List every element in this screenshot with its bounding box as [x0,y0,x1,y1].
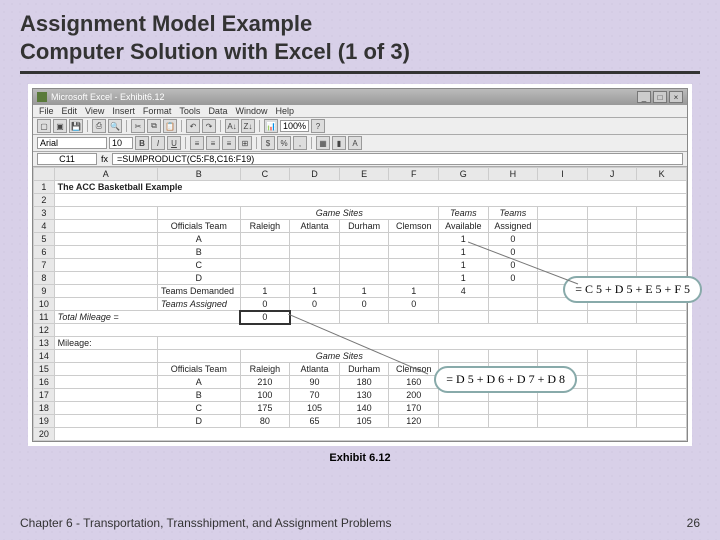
sheet-title: The ACC Basketball Example [54,181,686,194]
merge-icon[interactable]: ⊞ [238,136,252,150]
footer-chapter: Chapter 6 - Transportation, Transshipmen… [20,516,392,530]
row-13[interactable]: 13Mileage: [34,337,687,350]
col-headers: ABCDEFGHIJK [34,168,687,181]
row-17[interactable]: 17B10070130200 [34,389,687,402]
align-right-icon[interactable]: ≡ [222,136,236,150]
row-6[interactable]: 6B10 [34,246,687,259]
footer-page: 26 [687,516,700,530]
worksheet[interactable]: ABCDEFGHIJK 1The ACC Basketball Example … [33,167,687,441]
chart-icon[interactable]: 📊 [264,119,278,133]
close-button[interactable]: × [669,91,683,103]
excel-app-icon [37,92,47,102]
percent-icon[interactable]: % [277,136,291,150]
row-7[interactable]: 7C10 [34,259,687,272]
menu-window[interactable]: Window [235,106,267,116]
row-1[interactable]: 1The ACC Basketball Example [34,181,687,194]
menu-view[interactable]: View [85,106,104,116]
underline-icon[interactable]: U [167,136,181,150]
sort-desc-icon[interactable]: Z↓ [241,119,255,133]
callout-h5-formula: = C 5 + D 5 + E 5 + F 5 [563,276,702,303]
row-16[interactable]: 16A21090180160 [34,376,687,389]
row-18[interactable]: 18C175105140170 [34,402,687,415]
font-color-icon[interactable]: A [348,136,362,150]
name-box[interactable]: C11 [37,153,97,165]
window-titlebar: Microsoft Excel - Exhibit6.12 _ □ × [33,89,687,105]
formatting-toolbar: Arial 10 B I U ≡ ≡ ≡ ⊞ $ % , ▦ ▮ A [33,135,687,152]
excel-screenshot: Microsoft Excel - Exhibit6.12 _ □ × File… [28,84,692,446]
menu-file[interactable]: File [39,106,54,116]
borders-icon[interactable]: ▦ [316,136,330,150]
row-11[interactable]: 11Total Mileage =0 [34,311,687,324]
row-20[interactable]: 20 [34,428,687,441]
font-size-select[interactable]: 10 [109,137,133,149]
help-icon[interactable]: ? [311,119,325,133]
cut-icon[interactable]: ✂ [131,119,145,133]
font-name-select[interactable]: Arial [37,137,107,149]
formula-bar: C11 fx =SUMPRODUCT(C5:F8,C16:F19) [33,152,687,167]
window-title: Microsoft Excel - Exhibit6.12 [51,92,165,102]
align-center-icon[interactable]: ≡ [206,136,220,150]
row-2[interactable]: 2 [34,194,687,207]
row-15[interactable]: 15Officials TeamRaleighAtlantaDurhamClem… [34,363,687,376]
row-4[interactable]: 4Officials TeamRaleighAtlantaDurhamClems… [34,220,687,233]
zoom-select[interactable]: 100% [280,120,309,132]
currency-icon[interactable]: $ [261,136,275,150]
row-3[interactable]: 3Game SitesTeamsTeams [34,207,687,220]
menu-edit[interactable]: Edit [62,106,78,116]
minimize-button[interactable]: _ [637,91,651,103]
paste-icon[interactable]: 📋 [163,119,177,133]
undo-icon[interactable]: ↶ [186,119,200,133]
align-left-icon[interactable]: ≡ [190,136,204,150]
print-icon[interactable]: ⎙ [92,119,106,133]
open-icon[interactable]: ▣ [53,119,67,133]
fill-color-icon[interactable]: ▮ [332,136,346,150]
comma-icon[interactable]: , [293,136,307,150]
row-19[interactable]: 19D8065105120 [34,415,687,428]
exhibit-label: Exhibit 6.12 [20,452,700,464]
title-rule [20,71,700,74]
bold-icon[interactable]: B [135,136,149,150]
preview-icon[interactable]: 🔍 [108,119,122,133]
italic-icon[interactable]: I [151,136,165,150]
maximize-button[interactable]: □ [653,91,667,103]
fx-icon[interactable]: fx [101,154,108,164]
menu-bar: File Edit View Insert Format Tools Data … [33,105,687,118]
row-14[interactable]: 14Game Sites [34,350,687,363]
menu-help[interactable]: Help [275,106,294,116]
standard-toolbar: ▢ ▣ 💾 ⎙ 🔍 ✂ ⧉ 📋 ↶ ↷ A↓ Z↓ 📊 100% ? [33,118,687,135]
callout-d10-formula: = D 5 + D 6 + D 7 + D 8 [434,366,577,393]
menu-format[interactable]: Format [143,106,172,116]
title-line2: Computer Solution with Excel (1 of 3) [20,39,410,64]
menu-data[interactable]: Data [208,106,227,116]
new-icon[interactable]: ▢ [37,119,51,133]
formula-input[interactable]: =SUMPRODUCT(C5:F8,C16:F19) [112,153,683,165]
sort-asc-icon[interactable]: A↓ [225,119,239,133]
copy-icon[interactable]: ⧉ [147,119,161,133]
redo-icon[interactable]: ↷ [202,119,216,133]
row-5[interactable]: 5A10 [34,233,687,246]
row-12[interactable]: 12 [34,324,687,337]
menu-tools[interactable]: Tools [179,106,200,116]
menu-insert[interactable]: Insert [112,106,135,116]
title-line1: Assignment Model Example [20,11,312,36]
save-icon[interactable]: 💾 [69,119,83,133]
